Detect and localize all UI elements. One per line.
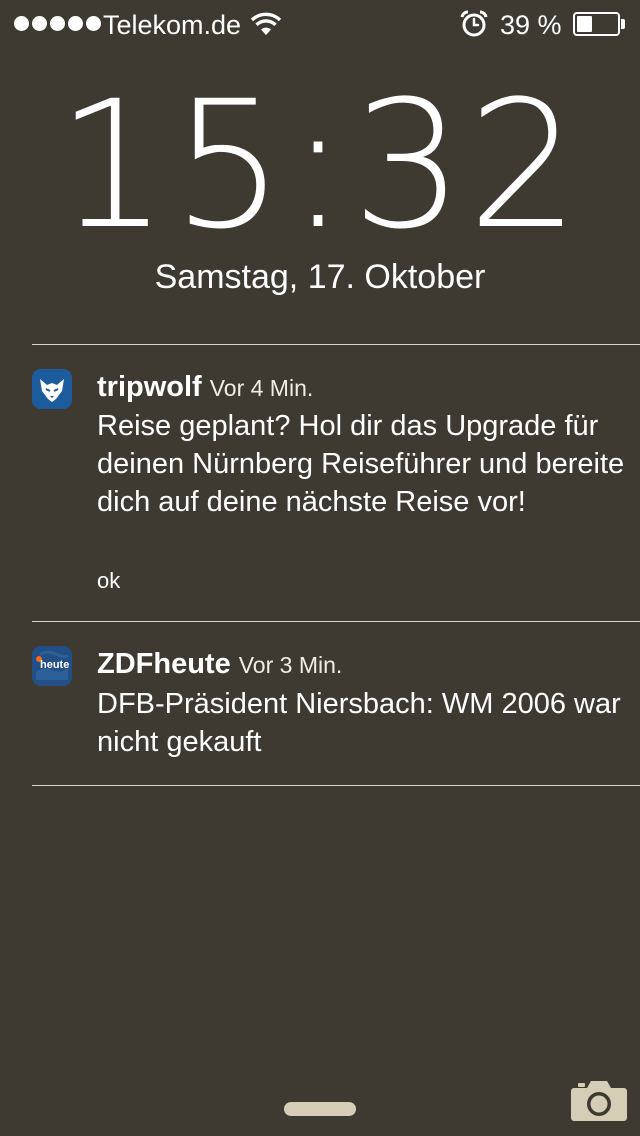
- notification-time: Vor 3 Min.: [238, 652, 343, 678]
- notification-divider: [32, 785, 640, 786]
- notification-body: Reise geplant? Hol dir das Upgrade für d…: [97, 410, 625, 518]
- notification-time: Vor 4 Min.: [209, 375, 314, 401]
- notification-body: DFB-Präsident Niersbach: WM 2006 war nic…: [97, 688, 621, 758]
- lockscreen-clock: 15:32: [56, 63, 584, 268]
- battery-percentage: 39 %: [500, 10, 562, 40]
- notification-zdfheute[interactable]: heute ZDFheute Vor 3 Min. DFB-Präsident N…: [0, 622, 640, 785]
- zdfheute-icon-label: heute: [40, 659, 70, 671]
- notification-header: tripwolf Vor 4 Min.: [97, 370, 313, 405]
- battery-nub: [621, 19, 625, 29]
- unlock-grabber-handle[interactable]: [284, 1102, 356, 1116]
- wifi-icon: [250, 12, 282, 35]
- notification-action-ok[interactable]: ok: [97, 567, 120, 595]
- notification-tripwolf[interactable]: tripwolf Vor 4 Min. Reise geplant? Hol di…: [0, 345, 640, 621]
- battery-level-fill: [577, 16, 592, 32]
- notification-app-name: ZDFheute: [97, 648, 231, 680]
- alarm-icon: [460, 10, 488, 37]
- notification-header: ZDFheute Vor 3 Min.: [97, 647, 342, 682]
- battery-icon: [573, 12, 620, 36]
- notification-app-name: tripwolf: [97, 371, 202, 403]
- signal-strength-icon: [14, 16, 101, 31]
- tripwolf-app-icon: [32, 369, 72, 409]
- carrier-name: Telekom.de: [103, 10, 242, 40]
- camera-icon[interactable]: [570, 1078, 628, 1122]
- lockscreen-date: Samstag, 17. Oktober: [154, 258, 486, 296]
- zdfheute-app-icon: heute: [32, 646, 72, 686]
- status-bar: Telekom.de 39 %: [0, 0, 640, 48]
